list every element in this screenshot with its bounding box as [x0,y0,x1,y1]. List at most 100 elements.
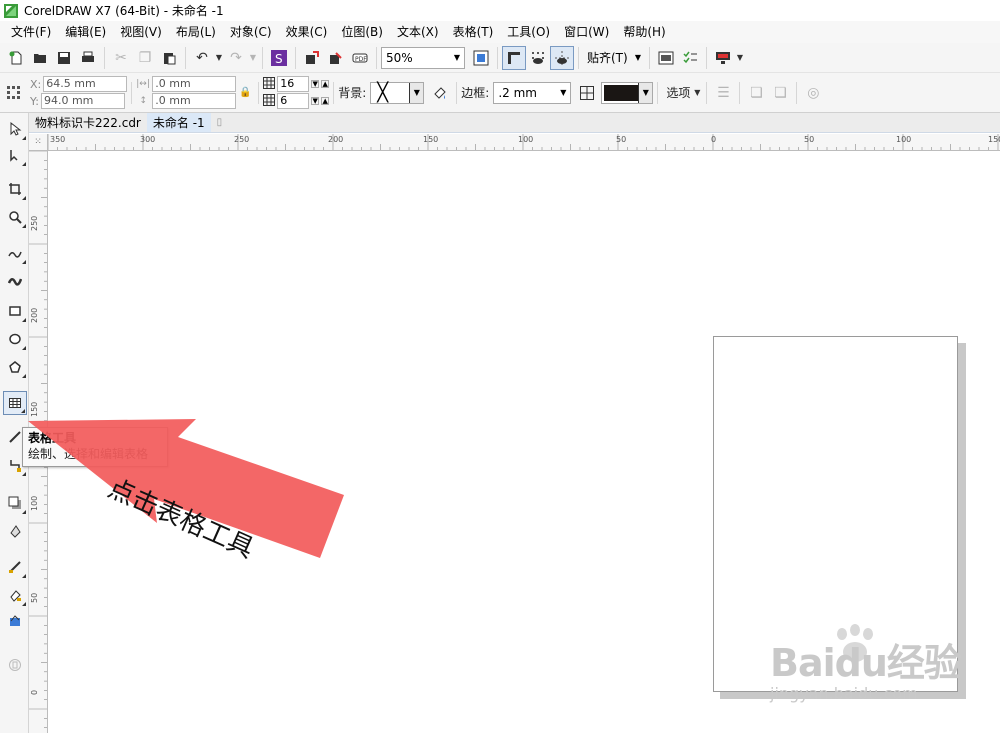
show-rulers-icon[interactable] [502,45,526,70]
show-guidelines-icon[interactable] [550,45,574,70]
chevron-down-icon[interactable]: ▼ [692,88,702,97]
chevron-down-icon[interactable]: ▼ [735,53,745,62]
redo-dropdown-icon[interactable]: ▼ [248,53,258,62]
menu-tools[interactable]: 工具(O) [500,21,557,43]
menu-file[interactable]: 文件(F) [4,21,58,43]
border-color-select[interactable]: ▼ [601,81,654,104]
object-origin-icon[interactable] [2,81,26,105]
menu-help[interactable]: 帮助(H) [616,21,672,43]
redo-icon[interactable]: ↷ [224,46,248,70]
zoom-tool-icon[interactable] [3,205,27,229]
columns-icon [263,93,276,109]
width-field[interactable]: .0 mm [152,76,237,92]
color-eyedropper-tool-icon[interactable] [3,555,27,579]
menu-text[interactable]: 文本(X) [390,21,446,43]
show-grid-icon[interactable] [526,46,550,70]
full-screen-preview-icon[interactable] [469,46,493,70]
chevron-down-icon[interactable]: ▼ [631,48,645,68]
x-position-field[interactable]: 64.5 mm [43,76,128,92]
pick-tool-icon[interactable] [3,117,27,141]
rows-spin-down-icon[interactable]: ▼ [311,80,320,88]
welcome-screen-icon[interactable] [654,46,678,70]
artistic-media-tool-icon[interactable] [3,269,27,293]
ruler-label: 0 [711,135,717,144]
chevron-down-icon[interactable]: ▼ [556,83,570,103]
chevron-down-icon[interactable]: ▼ [638,82,653,103]
undo-dropdown-icon[interactable]: ▼ [214,53,224,62]
menu-table[interactable]: 表格(T) [446,21,501,43]
rows-spin-up-icon[interactable]: ▲ [321,80,330,88]
bring-forward-icon[interactable]: ❏ [744,81,768,105]
chevron-down-icon[interactable]: ▼ [450,48,464,68]
rectangle-tool-icon[interactable] [3,299,27,323]
convert-table-icon[interactable]: ◎ [801,81,825,105]
ruler-label: 150 [423,135,439,144]
no-fill-icon: ╳ [377,82,389,103]
columns-field[interactable]: 6 [277,93,310,109]
separator [262,46,263,69]
border-width-select[interactable]: .2 mm ▼ [493,81,572,104]
separator [706,81,708,104]
horizontal-ruler[interactable]: 350 300 250 200 150 100 50 0 50 100 150 [48,134,1000,151]
columns-spin-up-icon[interactable]: ▲ [321,97,330,105]
export-icon[interactable] [324,46,348,70]
tab-document-2[interactable]: 未命名 -1 [146,113,211,132]
new-tab-icon[interactable]: ▯ [211,113,229,132]
separator [456,81,458,104]
cut-icon[interactable]: ✂ [109,46,133,70]
background-fill-select[interactable]: ╳ ▼ [370,81,425,104]
ruler-origin-icon[interactable]: ⁙ [29,134,48,151]
polygon-tool-icon[interactable] [3,355,27,379]
paste-icon[interactable] [157,46,181,70]
menu-layout[interactable]: 布局(L) [169,21,223,43]
separator [739,81,741,104]
standard-toolbar: ✂ ❐ ↶ ▼ ↷ ▼ S PDF 50% ▼ 贴齐(T) ▼ ▼ [0,43,1000,73]
menu-bar: 文件(F) 编辑(E) 视图(V) 布局(L) 对象(C) 效果(C) 位图(B… [0,21,1000,43]
width-icon: |↔| [136,79,150,89]
menu-bitmaps[interactable]: 位图(B) [334,21,390,43]
border-sides-icon[interactable] [575,81,599,105]
edit-fill-icon[interactable] [428,81,452,105]
menu-edit[interactable]: 编辑(E) [58,21,113,43]
send-backward-icon[interactable]: ❏ [768,81,792,105]
lock-ratio-icon[interactable]: 🔒 [236,81,254,105]
crop-tool-icon[interactable] [3,177,27,201]
copy-icon[interactable]: ❐ [133,46,157,70]
interactive-fill-tool-icon[interactable] [3,583,27,607]
snap-to-menu[interactable]: 贴齐(T) ▼ [583,47,645,69]
text-wrap-icon[interactable]: ☰ [711,81,735,105]
ellipse-tool-icon[interactable] [3,327,27,351]
drop-shadow-tool-icon[interactable] [3,491,27,515]
columns-spin-down-icon[interactable]: ▼ [311,97,320,105]
shape-tool-icon[interactable] [3,143,27,167]
tab-document-1[interactable]: 物料标识卡222.cdr [29,113,147,132]
zoom-level-select[interactable]: 50% ▼ [381,46,465,69]
menu-effects[interactable]: 效果(C) [279,21,335,43]
quick-customize-icon[interactable] [3,653,27,677]
smart-fill-tool-icon[interactable] [3,609,27,633]
menu-object[interactable]: 对象(C) [223,21,279,43]
rows-field[interactable]: 16 [277,76,310,92]
new-document-icon[interactable] [4,46,28,70]
table-tool-icon[interactable] [3,391,27,415]
separator [497,46,498,69]
save-icon[interactable] [52,46,76,70]
options-menu[interactable]: 选项 [666,84,690,101]
y-position-field[interactable]: 94.0 mm [40,93,125,109]
options-checklist-icon[interactable] [678,46,702,70]
import-icon[interactable] [300,46,324,70]
search-content-icon[interactable]: S [267,46,291,70]
print-icon[interactable] [76,46,100,70]
transparency-tool-icon[interactable] [3,519,27,543]
zoom-level-value: 50% [386,50,413,65]
menu-view[interactable]: 视图(V) [113,21,169,43]
menu-window[interactable]: 窗口(W) [557,21,616,43]
freehand-tool-icon[interactable] [3,241,27,265]
tooltip-description: 绘制、选择和编辑表格 [28,447,149,461]
publish-pdf-icon[interactable]: PDF [348,46,372,70]
open-folder-icon[interactable] [28,46,52,70]
height-field[interactable]: .0 mm [152,93,237,109]
application-launcher-icon[interactable] [711,46,735,70]
chevron-down-icon[interactable]: ▼ [409,82,424,103]
undo-icon[interactable]: ↶ [190,46,214,70]
